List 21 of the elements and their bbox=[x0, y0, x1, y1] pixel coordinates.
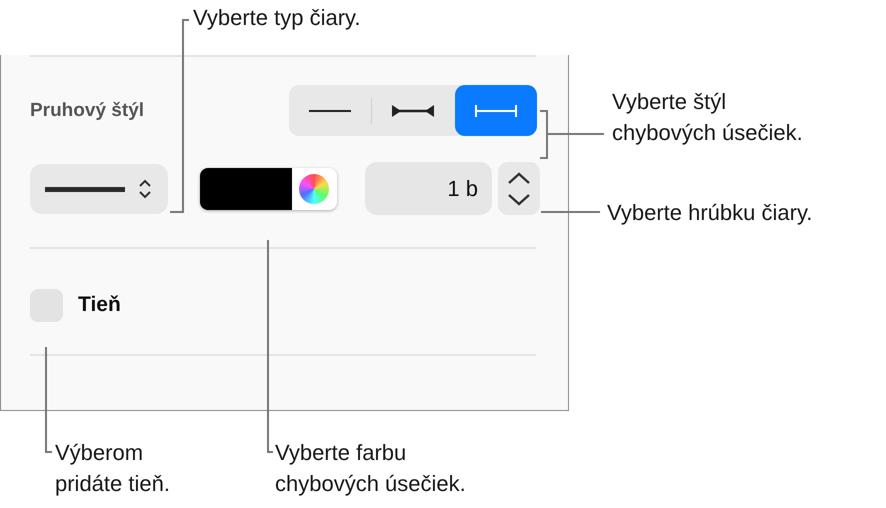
capped-line-icon bbox=[474, 104, 518, 118]
bar-style-label: Pruhový štýl bbox=[30, 100, 144, 122]
shadow-label: Tieň bbox=[78, 293, 121, 317]
callout-text: Vyberte hrúbku čiary. bbox=[607, 199, 812, 227]
stepper[interactable] bbox=[498, 162, 540, 215]
callout-text: Vyberte štýl chybových úsečiek. bbox=[612, 88, 803, 147]
inward-arrows-line-icon bbox=[391, 104, 436, 118]
chevron-up-icon bbox=[506, 170, 532, 184]
color-well[interactable] bbox=[200, 168, 337, 210]
line-style-popup[interactable] bbox=[30, 164, 168, 214]
chevron-down-icon bbox=[506, 192, 532, 206]
color-wheel-icon bbox=[299, 174, 329, 204]
horizontal-line-icon bbox=[309, 110, 352, 112]
line-width-field[interactable]: 1 b bbox=[365, 162, 492, 215]
up-down-chevron-icon bbox=[138, 178, 152, 198]
end-caps-segment[interactable] bbox=[454, 85, 537, 136]
leader-line bbox=[541, 211, 600, 213]
bracket-leader-line bbox=[539, 110, 605, 159]
callout-text: Výberom pridáte tieň. bbox=[55, 439, 170, 498]
callout-text: Vyberte typ čiary. bbox=[193, 4, 361, 32]
callout-text: Vyberte farbu chybových úsečiek. bbox=[275, 439, 466, 498]
